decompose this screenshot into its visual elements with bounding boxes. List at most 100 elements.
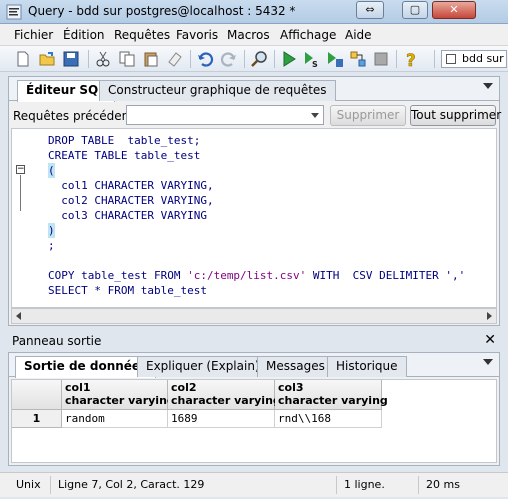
horizontal-scrollbar[interactable] xyxy=(11,308,497,324)
maximize-button[interactable]: ▢ xyxy=(402,1,428,19)
menu-aide[interactable]: Aide xyxy=(345,28,372,42)
sql-code-editor[interactable]: − DROP TABLE table_test; CREATE TABLE ta… xyxy=(11,128,497,308)
clear-icon[interactable] xyxy=(166,50,184,68)
toolbar-separator xyxy=(88,50,89,68)
execute-pgscript-icon[interactable]: S xyxy=(303,50,321,68)
row-header[interactable]: 1 xyxy=(12,410,62,428)
close-icon[interactable]: ✕ xyxy=(484,332,496,348)
toolbar: S ? bdd sur xyxy=(0,46,508,72)
toolbar-separator xyxy=(274,50,275,68)
explain-icon[interactable] xyxy=(349,50,367,68)
menu-macros[interactable]: Macros xyxy=(227,28,270,42)
new-file-icon[interactable] xyxy=(14,50,32,68)
status-row-count: 1 ligne. xyxy=(344,478,385,491)
tab-graphical-query-builder[interactable]: Constructeur graphique de requêtes xyxy=(99,80,336,101)
save-icon[interactable] xyxy=(62,50,80,68)
database-selector[interactable]: bdd sur xyxy=(441,50,507,68)
tab-explain[interactable]: Expliquer (Explain) xyxy=(137,356,269,377)
scroll-right-icon[interactable] xyxy=(487,312,492,320)
chevron-down-icon xyxy=(311,113,319,118)
toolbar-separator xyxy=(244,50,245,68)
svg-text:?: ? xyxy=(406,51,416,68)
code-copy-options: WITH CSV DELIMITER ',' xyxy=(306,269,466,282)
code-line: col3 CHARACTER VARYING xyxy=(48,209,207,222)
open-folder-icon[interactable] xyxy=(38,50,56,68)
undo-icon[interactable] xyxy=(196,50,214,68)
table-cell[interactable]: rnd\\168 xyxy=(275,410,382,428)
redo-icon[interactable] xyxy=(220,50,238,68)
column-type: character varying xyxy=(278,394,388,407)
output-panel-header: Panneau sortie ✕ xyxy=(8,332,500,350)
copy-icon[interactable] xyxy=(118,50,136,68)
restore-button[interactable]: ⇔ xyxy=(356,1,384,19)
column-name: col2 xyxy=(171,381,197,394)
window-title: Query - bdd sur postgres@localhost : 543… xyxy=(28,4,296,18)
code-line: SELECT * FROM table_test xyxy=(48,284,207,297)
code-line: ( xyxy=(48,163,55,178)
title-bar: Query - bdd sur postgres@localhost : 543… xyxy=(0,0,508,24)
toolbar-separator xyxy=(190,50,191,68)
app-icon xyxy=(6,4,22,20)
status-divider xyxy=(336,476,337,494)
tab-history[interactable]: Historique xyxy=(327,356,407,377)
svg-text:S: S xyxy=(312,60,318,68)
fold-line xyxy=(20,175,21,211)
editor-tabstrip: Éditeur SQL Constructeur graphique de re… xyxy=(9,77,499,102)
fold-gutter: − xyxy=(12,129,34,307)
tab-data-output[interactable]: Sortie de données xyxy=(15,356,157,378)
output-panel: Sortie de données Expliquer (Explain) Me… xyxy=(8,352,500,466)
code-line: DROP TABLE table_test; xyxy=(48,134,201,147)
help-icon[interactable]: ? xyxy=(402,50,420,68)
status-exec-time: 20 ms xyxy=(426,478,460,491)
code-line: ; xyxy=(48,239,55,252)
results-grid[interactable]: col1 character varying col2 character va… xyxy=(11,379,497,463)
paste-icon[interactable] xyxy=(142,50,160,68)
sql-editor-panel: Éditeur SQL Constructeur graphique de re… xyxy=(8,76,501,326)
code-copy-path: 'c:/temp/list.csv' xyxy=(187,269,307,282)
table-cell[interactable]: random xyxy=(62,410,168,428)
tab-messages[interactable]: Messages xyxy=(257,356,334,377)
column-header[interactable]: col3 character varying xyxy=(275,380,388,410)
status-divider xyxy=(418,476,419,494)
execute-icon[interactable] xyxy=(280,50,298,68)
column-type: character varying xyxy=(65,394,175,407)
menu-edition[interactable]: Édition xyxy=(63,28,105,42)
delete-button[interactable]: Supprimer xyxy=(330,105,406,126)
delete-all-button[interactable]: Tout supprimer xyxy=(410,105,501,126)
code-copy-keyword: COPY table_test FROM xyxy=(48,269,188,282)
chevron-down-icon[interactable] xyxy=(483,359,493,365)
close-button[interactable]: ✕ xyxy=(432,1,476,19)
menu-fichier[interactable]: Fichier xyxy=(14,28,53,42)
status-divider xyxy=(50,476,51,494)
menu-favoris[interactable]: Favoris xyxy=(176,28,218,42)
column-name: col3 xyxy=(278,381,304,394)
column-type: character varying xyxy=(171,394,281,407)
database-checkbox[interactable] xyxy=(446,54,456,64)
execute-to-file-icon[interactable] xyxy=(326,50,344,68)
status-bar: Unix Ligne 7, Col 2, Caract. 129 1 ligne… xyxy=(0,472,508,497)
chevron-down-icon[interactable] xyxy=(483,83,493,89)
stop-icon[interactable] xyxy=(372,50,390,68)
database-label: bdd sur xyxy=(462,52,504,65)
table-cell[interactable]: 1689 xyxy=(168,410,275,428)
menu-requetes[interactable]: Requêtes xyxy=(114,28,170,42)
previous-queries-dropdown[interactable] xyxy=(126,105,324,125)
code-line: col1 CHARACTER VARYING, xyxy=(48,179,214,192)
toolbar-separator xyxy=(396,50,397,68)
column-header[interactable]: col2 character varying xyxy=(168,380,281,410)
grid-corner[interactable] xyxy=(12,380,62,410)
code-line: CREATE TABLE table_test xyxy=(48,149,201,162)
find-icon[interactable] xyxy=(250,50,268,68)
code-line-copy: COPY table_test FROM 'c:/temp/list.csv' … xyxy=(48,268,465,283)
output-tabstrip: Sortie de données Expliquer (Explain) Me… xyxy=(9,353,499,378)
column-name: col1 xyxy=(65,381,91,394)
scroll-left-icon[interactable] xyxy=(16,312,21,320)
code-line: ) xyxy=(48,223,55,238)
status-line-ending: Unix xyxy=(16,478,41,491)
menu-affichage[interactable]: Affichage xyxy=(280,28,336,42)
previous-queries-row: Requêtes précédentes Supprimer Tout supp… xyxy=(9,102,501,128)
cut-icon[interactable] xyxy=(94,50,112,68)
column-header[interactable]: col1 character varying xyxy=(62,380,175,410)
fold-collapse-icon[interactable]: − xyxy=(16,165,25,174)
output-panel-title: Panneau sortie xyxy=(12,334,102,348)
